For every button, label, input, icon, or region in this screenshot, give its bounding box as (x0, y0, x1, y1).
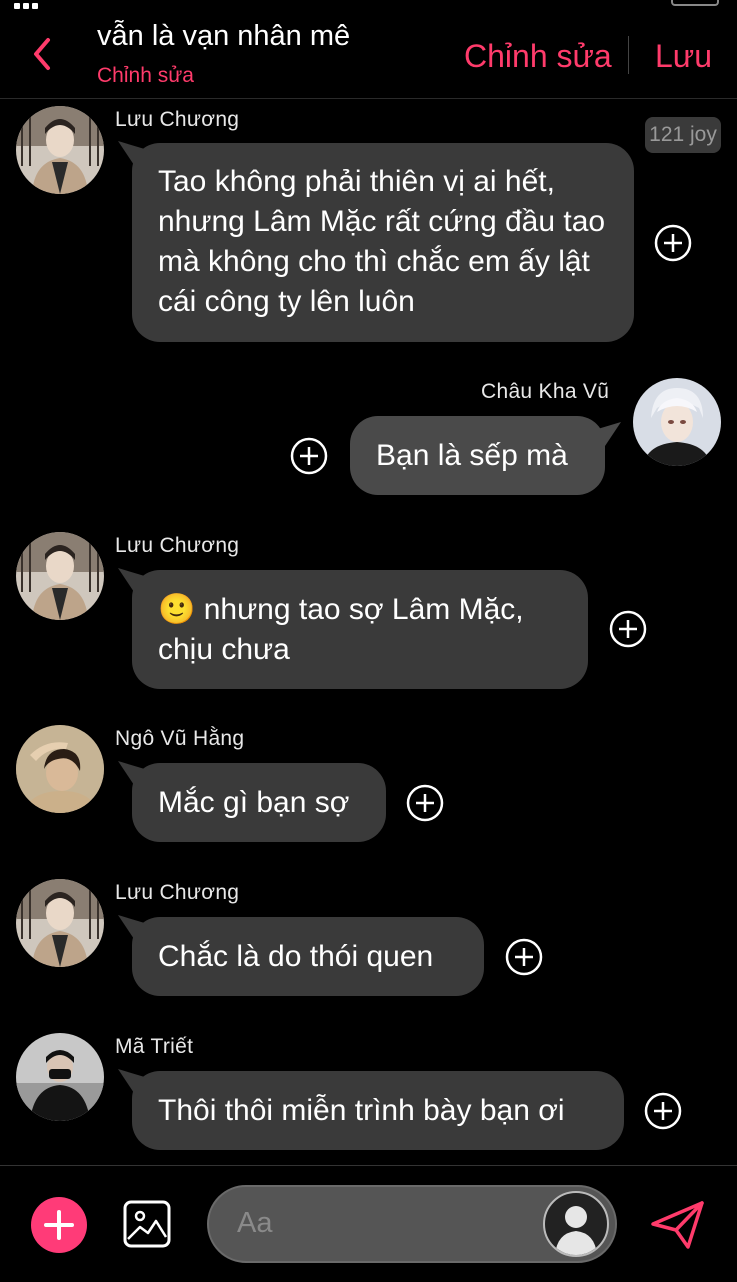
header-divider (628, 36, 629, 74)
message-bubble[interactable]: Tao không phải thiên vị ai hết, nhưng Lâ… (118, 141, 634, 342)
joy-badge: 121 joy (645, 117, 721, 153)
back-button[interactable] (28, 34, 60, 74)
message-text: Chắc là do thói quen (158, 940, 434, 973)
message-bubble[interactable]: Thôi thôi miễn trình bày bạn ơi (118, 1069, 624, 1150)
add-reaction-icon[interactable] (609, 610, 647, 648)
composer-bar: Aa (0, 1165, 737, 1282)
page-subtitle: Chỉnh sửa (97, 64, 194, 87)
save-button[interactable]: Lưu (655, 38, 712, 75)
message-bubble[interactable]: Bạn là sếp mà (350, 416, 621, 495)
add-button[interactable] (31, 1197, 87, 1253)
avatar-image (16, 879, 104, 967)
page-title: vẫn là vạn nhân mê (97, 20, 351, 52)
add-reaction-icon[interactable] (654, 224, 692, 262)
add-icon (44, 1210, 74, 1240)
chevron-left-icon (34, 38, 50, 70)
add-reaction-icon[interactable] (644, 1092, 682, 1130)
sender-name: Mã Triết (115, 1035, 194, 1058)
send-icon (651, 1201, 704, 1249)
message-text: Mắc gì bạn sợ (158, 786, 350, 819)
add-reaction-icon[interactable] (406, 784, 444, 822)
message-placeholder: Aa (237, 1207, 273, 1239)
message-input[interactable]: Aa (207, 1185, 617, 1263)
avatar[interactable] (16, 532, 104, 620)
message-text: Bạn là sếp mà (376, 439, 568, 472)
message-bubble[interactable]: Mắc gì bạn sợ (118, 761, 386, 842)
send-button[interactable] (650, 1200, 706, 1250)
avatar[interactable] (16, 106, 104, 194)
avatar-image (16, 532, 104, 620)
avatar[interactable] (16, 1033, 104, 1121)
avatar[interactable] (16, 879, 104, 967)
sender-name: Ngô Vũ Hằng (115, 727, 245, 750)
image-icon (123, 1200, 171, 1248)
image-button[interactable] (122, 1199, 172, 1249)
sender-name: Lưu Chương (115, 108, 240, 131)
avatar-image (16, 1033, 104, 1121)
add-reaction-icon[interactable] (505, 938, 543, 976)
message-bubble[interactable]: Chắc là do thói quen (118, 915, 484, 996)
message-text: Tao không phải thiên vị ai hết, nhưng Lâ… (158, 165, 606, 318)
avatar-image (633, 378, 721, 466)
avatar-image (16, 106, 104, 194)
message-bubble[interactable]: 🙂 nhưng tao sợ Lâm Mặc, chịu chưa (118, 568, 588, 689)
slight-smile-emoji: 🙂 (158, 593, 196, 626)
avatar[interactable] (16, 725, 104, 813)
message-text: Thôi thôi miễn trình bày bạn ơi (158, 1094, 565, 1127)
avatar[interactable] (633, 378, 721, 466)
user-silhouette-icon (555, 1206, 597, 1255)
add-reaction-icon[interactable] (290, 437, 328, 475)
message-text: nhưng tao sợ Lâm Mặc, chịu chưa (158, 593, 524, 666)
sender-name: Lưu Chương (115, 881, 240, 904)
chat-header: vẫn là vạn nhân mê Chỉnh sửa Chỉnh sửa L… (0, 0, 737, 99)
character-selector[interactable] (543, 1191, 609, 1257)
avatar-image (16, 725, 104, 813)
sender-name: Châu Kha Vũ (481, 380, 610, 403)
edit-button[interactable]: Chỉnh sửa (464, 38, 612, 75)
sender-name: Lưu Chương (115, 534, 240, 557)
